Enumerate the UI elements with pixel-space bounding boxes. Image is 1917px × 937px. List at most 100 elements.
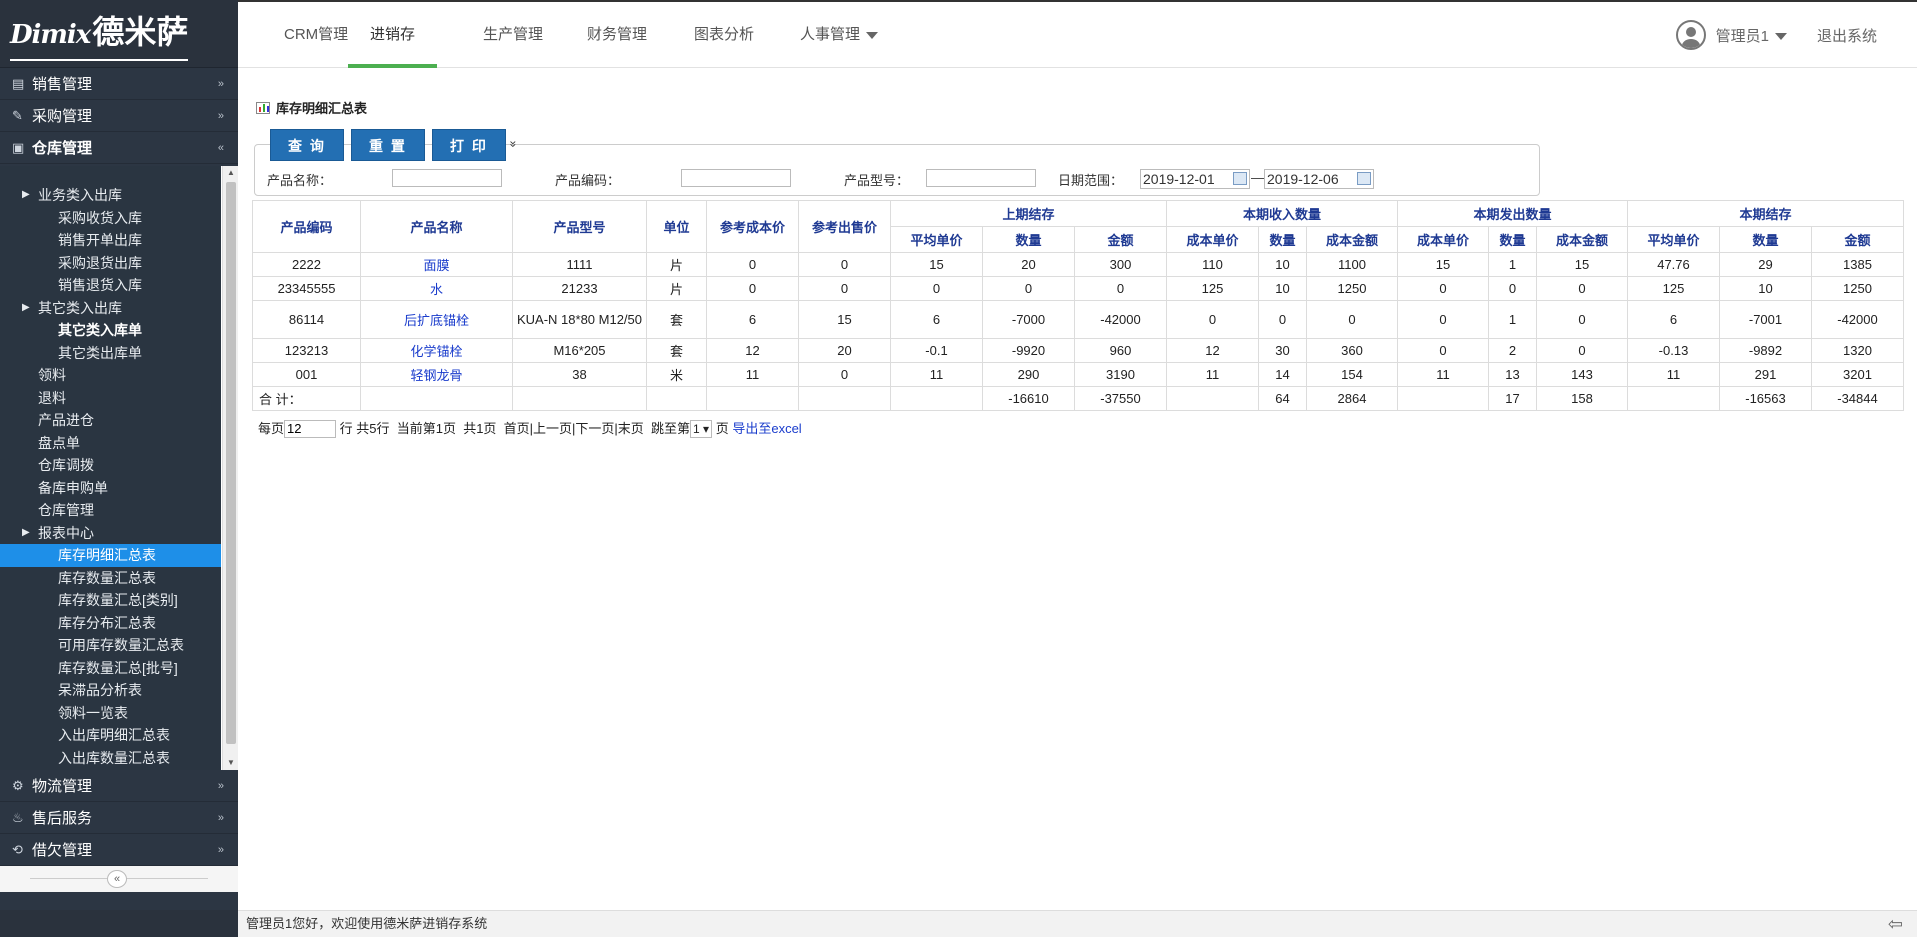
table-row[interactable]: 23345555 水 21233 片 0 0 0 0 0 125 10 1250 0 0 0 125 10 125…	[252, 276, 1904, 301]
col-header: 产品编码	[252, 200, 361, 253]
sidebar-subitem[interactable]: 仓库管理	[0, 499, 221, 522]
sidebar-subitem[interactable]: 产品进仓	[0, 409, 221, 432]
sub-col-header: 成本金额	[1536, 226, 1628, 253]
sidebar-subitem[interactable]: ▶ 业务类入出库	[0, 184, 221, 207]
product-model-input[interactable]	[926, 169, 1036, 187]
footer-left	[0, 910, 238, 937]
sidebar-subitem[interactable]: 呆滞品分析表	[0, 679, 221, 702]
chevron-up-icon: «	[217, 141, 224, 154]
nav-production[interactable]: 生产管理	[483, 2, 543, 68]
sidebar-subitem[interactable]: 退料	[0, 387, 221, 410]
sidebar-subitem[interactable]: 仓库调拨	[0, 454, 221, 477]
table-cell[interactable]: 水	[360, 276, 513, 301]
product-code-input[interactable]	[681, 169, 791, 187]
sidebar-subitem[interactable]: 采购退货出库	[0, 252, 221, 275]
back-arrow-icon[interactable]: ⇦	[1888, 914, 1903, 934]
sidebar-subitem[interactable]: 销售开单出库	[0, 229, 221, 252]
menu-sales[interactable]: ▤ 销售管理 »	[0, 68, 238, 100]
sidebar-subitem-label: 入出库数量汇总表	[58, 749, 170, 766]
sidebar-subitem[interactable]: ▶ 其它类入出库	[0, 297, 221, 320]
query-button[interactable]: 查 询	[270, 129, 344, 161]
table-cell[interactable]: 后扩底锚栓	[360, 300, 513, 339]
date-to-input[interactable]: 2019-12-06	[1264, 169, 1374, 189]
reset-button[interactable]: 重 置	[351, 129, 425, 161]
sub-col-header: 平均单价	[1627, 226, 1720, 253]
table-cell[interactable]: 面膜	[360, 252, 513, 277]
table-cell: 0	[1536, 300, 1628, 339]
sidebar-subitem-label: 退料	[38, 389, 66, 406]
sidebar-subitem[interactable]: 入出库数量汇总表	[0, 747, 221, 770]
table-cell: -0.1	[890, 338, 983, 363]
nav-crm[interactable]: CRM管理	[284, 2, 348, 68]
date-from-input[interactable]: 2019-12-01	[1140, 169, 1250, 189]
table-row[interactable]: 86114 后扩底锚栓 KUA-N 18*80 M12/50 套 6 15 6 -7000 -4…	[252, 300, 1904, 339]
product-name-input[interactable]	[392, 169, 502, 187]
table-cell[interactable]: 轻钢龙骨	[360, 362, 513, 387]
per-page-input[interactable]	[284, 419, 337, 438]
jump-page-select[interactable]: 1 ▾	[690, 420, 713, 438]
sidebar-subitem[interactable]: 入出库明细汇总表	[0, 724, 221, 747]
table-cell: 0	[1306, 300, 1398, 339]
table-row[interactable]: 123213 化学锚栓 M16*205 套 12 20 -0.1 -9920 960 12 30 36…	[252, 338, 1904, 363]
menu-warehouse[interactable]: ▣ 仓库管理 «	[0, 132, 238, 164]
sidebar-subitem[interactable]: ▶ 报表中心	[0, 522, 221, 545]
sidebar-subitem[interactable]: 备库申购单	[0, 477, 221, 500]
table-row[interactable]: 2222 面膜 1111 片 0 0 15 20 300 110 10 1100 15 1 15 47.76 2…	[252, 252, 1904, 277]
sidebar-subitem[interactable]: 库存数量汇总[批号]	[0, 657, 221, 680]
menu-purchase[interactable]: ✎ 采购管理 »	[0, 100, 238, 132]
total-cell: 合 计：	[252, 386, 361, 411]
calendar-icon[interactable]	[1233, 172, 1247, 185]
page-nav-links[interactable]: 首页|上一页|下一页|末页	[504, 421, 644, 436]
nav-inventory[interactable]: 进销存	[348, 2, 438, 68]
sidebar-subitem[interactable]: 库存数量汇总[类别]	[0, 589, 221, 612]
sidebar-subitem[interactable]: 领料	[0, 364, 221, 387]
table-cell: 片	[646, 252, 707, 277]
col-header: 产品型号	[512, 200, 647, 253]
pagination: 每页 行 共5行 当前第1页 共1页 首页|上一页|下一页|末页 跳至第1 ▾ …	[258, 418, 802, 438]
scroll-thumb[interactable]	[226, 182, 236, 744]
nav-hr[interactable]: 人事管理	[800, 2, 879, 68]
scroll-up-icon[interactable]: ▲	[223, 166, 239, 180]
sidebar-subitem[interactable]: 领料一览表	[0, 702, 221, 725]
table-cell: 套	[646, 300, 707, 339]
table-cell: 38	[512, 362, 647, 387]
sidebar-subitem[interactable]: 盘点单	[0, 432, 221, 455]
submenu-list: ▶ 业务类入出库 采购收货入库 销售开单出库 采购退货出库销售退货入库 ▶ 其它类入出库 其它…	[0, 166, 221, 770]
total-cell: -16563	[1719, 386, 1812, 411]
export-excel-link[interactable]: 导出至excel	[732, 421, 801, 436]
sidebar-subitem[interactable]: 库存分布汇总表	[0, 612, 221, 635]
date-separator: —	[1251, 170, 1264, 185]
expand-filters-icon[interactable]: »	[506, 141, 520, 148]
current-page: 当前第1页	[396, 421, 456, 436]
print-button[interactable]: 打 印	[432, 129, 506, 161]
sidebar-subitem[interactable]: 采购收货入库	[0, 207, 221, 230]
collapse-sidebar-icon[interactable]: «	[107, 870, 127, 888]
menu-logistics[interactable]: ⚙ 物流管理 »	[0, 770, 238, 802]
menu-loan[interactable]: ⟲ 借欠管理 »	[0, 834, 238, 866]
table-cell: 23345555	[252, 276, 361, 301]
sidebar-subitem[interactable]: 其它类入库单	[0, 319, 221, 342]
sidebar-subitem[interactable]: 可用库存数量汇总表	[0, 634, 221, 657]
submenu-scrollbar[interactable]: ▲ ▼	[222, 166, 238, 770]
table-row[interactable]: 001 轻钢龙骨 38 米 11 0 11 290 3190 11 14 154 11 13 143 11 29…	[252, 362, 1904, 387]
sidebar-subitem[interactable]: 其它类出库单	[0, 342, 221, 365]
nav-finance[interactable]: 财务管理	[587, 2, 647, 68]
table-cell: 0	[1258, 300, 1307, 339]
calendar-icon[interactable]	[1357, 172, 1371, 185]
sidebar-subitem-label: 业务类入出库	[38, 187, 122, 203]
table-cell: 154	[1306, 362, 1398, 387]
menu-aftersales[interactable]: ♨ 售后服务 »	[0, 802, 238, 834]
table-cell: 300	[1074, 252, 1167, 277]
page-suffix: 页	[715, 421, 729, 436]
sidebar-subitem[interactable]: 库存明细汇总表	[0, 544, 221, 567]
table-cell: 1100	[1306, 252, 1398, 277]
sidebar-subitem-label: 报表中心	[38, 524, 94, 541]
sidebar-subitem-label: 销售退货入库	[58, 277, 142, 293]
sidebar-subitem[interactable]: 销售退货入库	[0, 274, 221, 297]
scroll-down-icon[interactable]: ▼	[223, 756, 239, 770]
nav-charts[interactable]: 图表分析	[694, 2, 754, 68]
table-cell[interactable]: 化学锚栓	[360, 338, 513, 363]
sidebar-subitem[interactable]: 库存数量汇总表	[0, 567, 221, 590]
logout-link[interactable]: 退出系统	[1817, 25, 1877, 46]
user-menu[interactable]: 管理员1	[1716, 25, 1787, 46]
